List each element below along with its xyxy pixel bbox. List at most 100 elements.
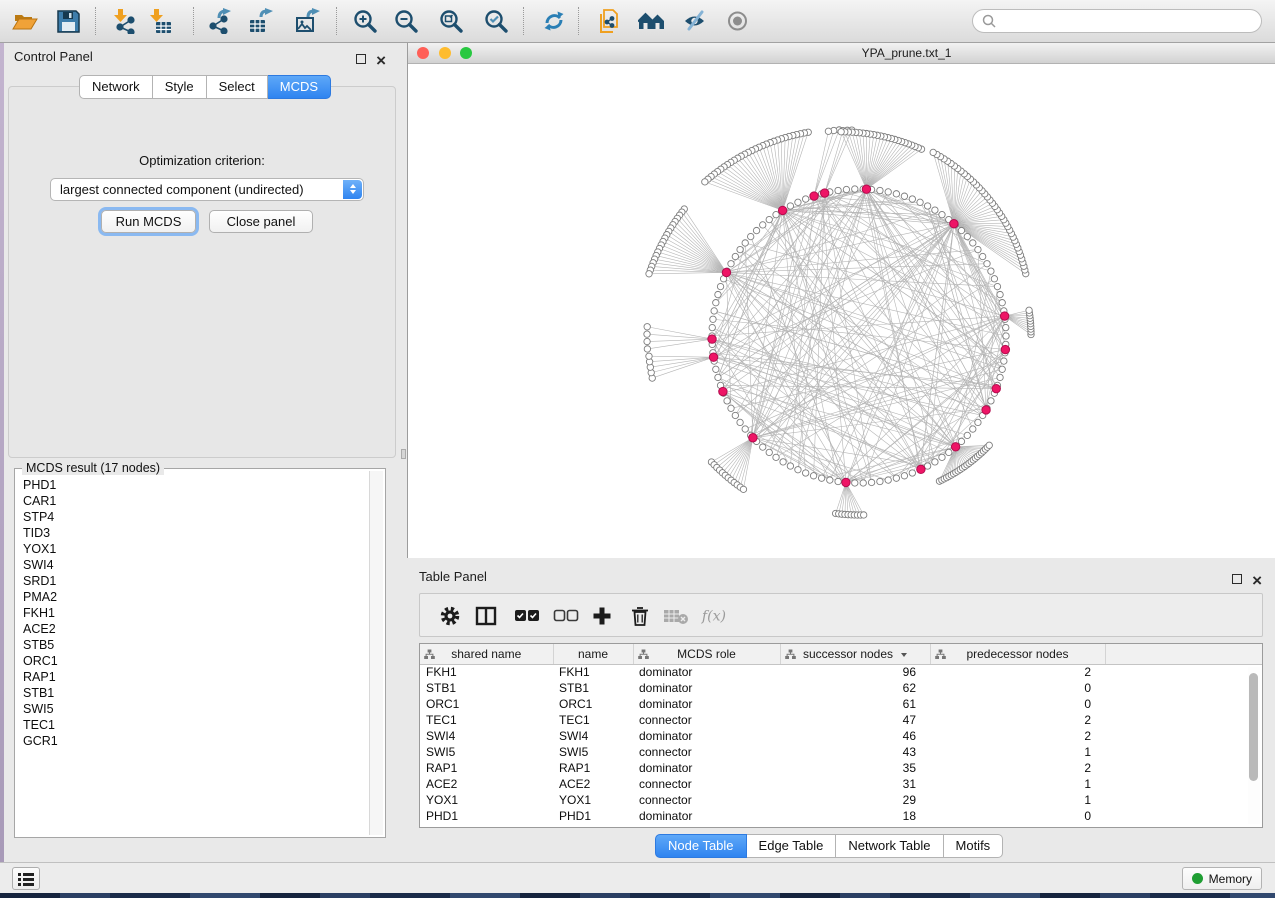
save-session-button[interactable] bbox=[54, 7, 82, 35]
tab-select[interactable]: Select bbox=[207, 75, 268, 99]
column-header-mcds-role[interactable]: MCDS role bbox=[633, 644, 780, 664]
attribute-icon bbox=[785, 649, 796, 663]
tab-mcds[interactable]: MCDS bbox=[268, 75, 331, 99]
mcds-result-item[interactable]: SWI5 bbox=[17, 701, 368, 717]
status-bar: Memory bbox=[0, 862, 1275, 893]
column-header-shared-name[interactable]: shared name bbox=[420, 644, 553, 664]
list-scrollbar[interactable] bbox=[369, 471, 383, 835]
table-row[interactable]: TEC1TEC1connector472 bbox=[420, 712, 1263, 728]
mcds-result-item[interactable]: TEC1 bbox=[17, 717, 368, 733]
delete-table-button[interactable] bbox=[661, 602, 691, 630]
table-row[interactable]: RAP1RAP1dominator352 bbox=[420, 760, 1263, 776]
zoom-out-button[interactable] bbox=[392, 7, 420, 35]
zoom-fit-button[interactable] bbox=[437, 7, 465, 35]
import-table-button[interactable] bbox=[146, 7, 174, 35]
table-row[interactable]: STB1STB1dominator620 bbox=[420, 680, 1263, 696]
network-graph[interactable] bbox=[408, 64, 1275, 558]
network-window-titlebar[interactable]: YPA_prune.txt_1 bbox=[408, 43, 1275, 64]
splitter-handle[interactable] bbox=[401, 449, 406, 459]
mcds-result-item[interactable]: SWI4 bbox=[17, 557, 368, 573]
mcds-hub-node bbox=[992, 384, 1000, 392]
zoom-selected-button[interactable] bbox=[482, 7, 510, 35]
close-panel-button[interactable]: Close panel bbox=[209, 210, 313, 233]
zoom-in-button[interactable] bbox=[351, 7, 379, 35]
table-row[interactable]: YOX1YOX1connector291 bbox=[420, 792, 1263, 808]
column-header-name[interactable]: name bbox=[553, 644, 633, 664]
float-panel-icon[interactable] bbox=[1232, 571, 1242, 589]
mcds-result-item[interactable]: CAR1 bbox=[17, 493, 368, 509]
close-panel-icon[interactable]: × bbox=[376, 53, 386, 71]
close-window-icon[interactable] bbox=[417, 47, 429, 59]
float-panel-icon[interactable] bbox=[356, 51, 366, 69]
maximize-window-icon[interactable] bbox=[460, 47, 472, 59]
add-column-button[interactable] bbox=[587, 602, 617, 630]
network-canvas[interactable] bbox=[408, 64, 1275, 558]
import-network-button[interactable] bbox=[110, 7, 138, 35]
table-row[interactable]: ACE2ACE2connector311 bbox=[420, 776, 1263, 792]
deselect-all-columns-button[interactable] bbox=[551, 602, 581, 630]
task-history-button[interactable] bbox=[12, 867, 40, 890]
memory-label: Memory bbox=[1209, 872, 1252, 886]
mcds-result-item[interactable]: STB5 bbox=[17, 637, 368, 653]
mcds-result-item[interactable]: STB1 bbox=[17, 685, 368, 701]
houses-icon bbox=[638, 8, 666, 34]
run-mcds-button[interactable]: Run MCDS bbox=[101, 210, 196, 233]
delete-column-button[interactable] bbox=[625, 602, 655, 630]
table-row[interactable]: FKH1FKH1dominator962 bbox=[420, 664, 1263, 680]
memory-button[interactable]: Memory bbox=[1182, 867, 1262, 890]
criterion-dropdown[interactable]: largest connected component (undirected) bbox=[50, 178, 364, 201]
vertical-splitter[interactable] bbox=[400, 43, 407, 862]
table-scrollbar[interactable] bbox=[1248, 667, 1260, 824]
attribute-icon bbox=[935, 649, 946, 663]
mcds-hub-node bbox=[1000, 312, 1008, 320]
network-nodes[interactable] bbox=[644, 127, 1034, 518]
close-panel-icon[interactable]: × bbox=[1252, 573, 1262, 591]
delete-table-icon bbox=[663, 607, 689, 625]
search-field[interactable] bbox=[972, 9, 1262, 33]
export-network-button[interactable] bbox=[206, 7, 234, 35]
open-file-button[interactable] bbox=[11, 7, 39, 35]
select-all-columns-button[interactable] bbox=[512, 602, 542, 630]
table-row[interactable]: PHD1PHD1dominator180 bbox=[420, 808, 1263, 824]
network-overview-button[interactable] bbox=[638, 7, 666, 35]
mcds-result-item[interactable]: ORC1 bbox=[17, 653, 368, 669]
hide-graphics-details-button[interactable] bbox=[681, 7, 709, 35]
table-row[interactable]: SWI5SWI5connector431 bbox=[420, 744, 1263, 760]
eye-icon bbox=[724, 8, 751, 34]
export-table-button[interactable] bbox=[247, 7, 275, 35]
export-table-icon bbox=[248, 8, 274, 34]
column-header-successor-nodes[interactable]: successor nodes bbox=[780, 644, 930, 664]
show-columns-button[interactable] bbox=[471, 602, 501, 630]
tab-network[interactable]: Network bbox=[79, 75, 153, 99]
table-row[interactable]: SWI4SWI4dominator462 bbox=[420, 728, 1263, 744]
tab-network-table[interactable]: Network Table bbox=[836, 834, 943, 858]
mcds-result-item[interactable]: RAP1 bbox=[17, 669, 368, 685]
refresh-button[interactable] bbox=[540, 7, 568, 35]
tab-motifs[interactable]: Motifs bbox=[944, 834, 1004, 858]
search-input[interactable] bbox=[997, 14, 1253, 28]
tab-style[interactable]: Style bbox=[153, 75, 207, 99]
show-graphics-details-button[interactable] bbox=[723, 7, 751, 35]
mcds-result-item[interactable]: PHD1 bbox=[17, 477, 368, 493]
tab-node-table[interactable]: Node Table bbox=[655, 834, 747, 858]
tab-edge-table[interactable]: Edge Table bbox=[747, 834, 837, 858]
mcds-result-item[interactable]: ACE2 bbox=[17, 621, 368, 637]
control-panel: Control Panel × Optimization criterion: … bbox=[4, 43, 400, 862]
mcds-result-item[interactable]: YOX1 bbox=[17, 541, 368, 557]
column-header-predecessor-nodes[interactable]: predecessor nodes bbox=[930, 644, 1105, 664]
mcds-result-item[interactable]: STP4 bbox=[17, 509, 368, 525]
clone-network-button[interactable] bbox=[595, 7, 623, 35]
mcds-result-item[interactable]: SRD1 bbox=[17, 573, 368, 589]
mcds-result-item[interactable]: FKH1 bbox=[17, 605, 368, 621]
desktop-wallpaper-strip bbox=[0, 893, 1275, 898]
mcds-result-item[interactable]: GCR1 bbox=[17, 733, 368, 749]
mcds-result-item[interactable]: PMA2 bbox=[17, 589, 368, 605]
export-image-button[interactable] bbox=[294, 7, 322, 35]
table-row[interactable]: ORC1ORC1dominator610 bbox=[420, 696, 1263, 712]
minimize-window-icon[interactable] bbox=[439, 47, 451, 59]
mcds-result-item[interactable]: TID3 bbox=[17, 525, 368, 541]
svg-text:f(x): f(x) bbox=[701, 608, 726, 624]
table-settings-button[interactable] bbox=[435, 602, 465, 630]
scrollbar-thumb[interactable] bbox=[1249, 673, 1258, 781]
function-builder-button[interactable]: f(x) bbox=[701, 602, 731, 630]
